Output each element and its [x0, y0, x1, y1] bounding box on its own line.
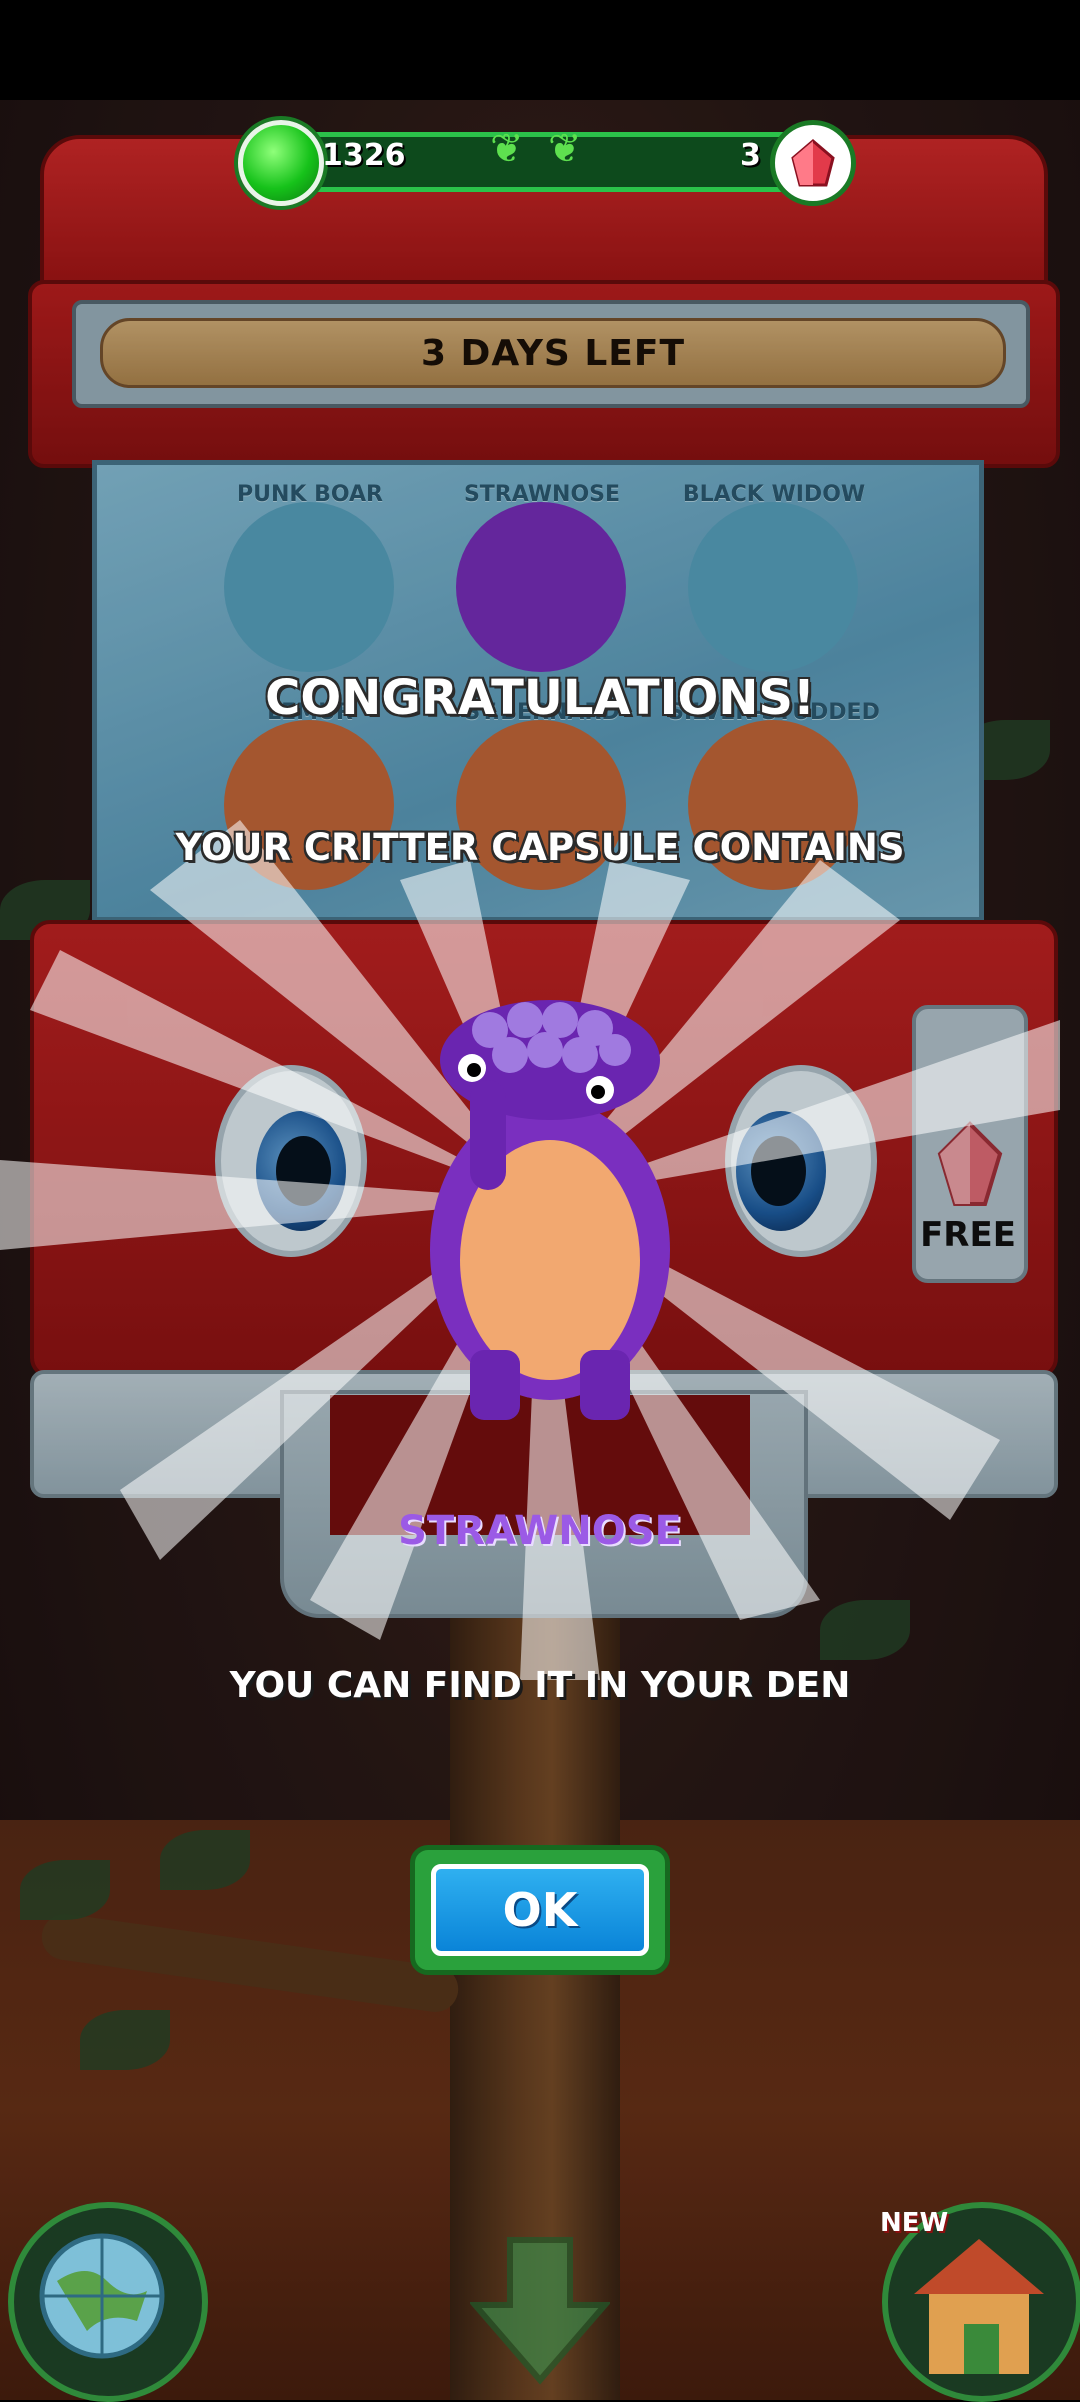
capsule-contains-text: YOUR CRITTER CAPSULE CONTAINS — [175, 826, 905, 869]
globe-button[interactable] — [8, 2202, 208, 2402]
ok-button-face[interactable]: OK — [431, 1864, 649, 1956]
sprout-icon: ❦ — [548, 126, 582, 172]
red-crystal-icon[interactable] — [770, 120, 856, 206]
ok-button[interactable]: OK — [410, 1845, 670, 1975]
red-gem-count: 3 — [740, 138, 761, 173]
den-info-text: YOU CAN FIND IT IN YOUR DEN — [229, 1665, 851, 1706]
green-gem-count: 1326 — [322, 138, 406, 173]
strawnose-critter — [430, 1000, 670, 1420]
red-crystal-graphic — [791, 139, 835, 187]
ok-label: OK — [502, 1883, 578, 1937]
critter-name: STRAWNOSE — [398, 1508, 682, 1554]
globe-icon — [39, 2233, 165, 2359]
new-badge: NEW — [880, 2208, 949, 2238]
down-arrow-icon[interactable] — [470, 2235, 610, 2385]
congratulations-heading: CONGRATULATIONS! — [265, 670, 815, 726]
green-gem-icon[interactable] — [238, 120, 324, 206]
den-house-icon — [914, 2239, 1044, 2374]
sprout-icon: ❦ — [490, 126, 524, 172]
